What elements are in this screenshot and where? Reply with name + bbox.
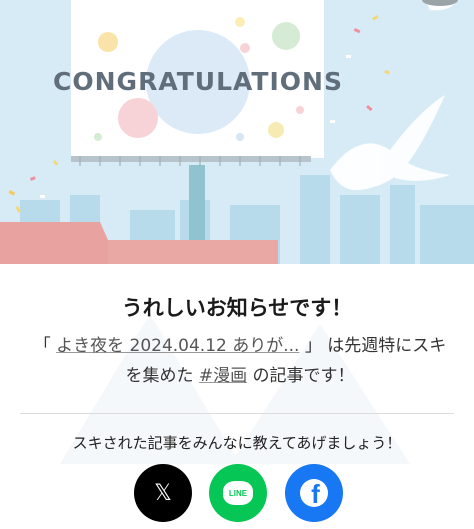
hashtag-link[interactable]: #漫画 (199, 366, 247, 386)
x-icon: 𝕏 (154, 480, 172, 506)
dot-pink-tiny (296, 106, 304, 114)
dot-green (272, 22, 300, 50)
notification-message: 「 よき夜を 2024.04.12 ありが... 」 は先週特にスキを集めた #… (30, 331, 450, 391)
brick-wall-left (0, 222, 108, 264)
banner-illustration: CONGRATULATIONS (0, 0, 474, 264)
headline: うれしいお知らせです！ (121, 296, 353, 320)
line-icon: LINE (223, 481, 253, 505)
message-text-end: の記事です！ (252, 366, 355, 386)
dot-yellow (98, 32, 118, 52)
share-x-button[interactable]: 𝕏 (134, 464, 192, 522)
share-prompt: スキされた記事をみんなに教えてあげましょう！ (72, 434, 402, 452)
dot-green-small (94, 133, 102, 141)
facebook-icon: f (300, 479, 328, 507)
line-icon-label: LINE (228, 488, 248, 498)
share-line-button[interactable]: LINE (209, 464, 267, 522)
share-buttons: 𝕏 LINE f (0, 464, 474, 528)
dot-blue-small (236, 133, 244, 141)
article-title-link[interactable]: よき夜を 2024.04.12 ありが... (56, 336, 299, 356)
billboard-pole (189, 165, 205, 240)
congratulations-sign-text: CONGRATULATIONS (53, 67, 343, 96)
open-quote: 「 (33, 336, 51, 356)
dot-yellow-tiny (235, 17, 245, 27)
divider (20, 413, 454, 414)
close-quote: 」 (304, 336, 322, 356)
congratulations-banner: CONGRATULATIONS (0, 0, 474, 264)
billboard-rail (71, 156, 311, 162)
facebook-icon-glyph: f (311, 479, 320, 507)
dot-pink-small (240, 43, 250, 53)
brick-wall-right (108, 240, 278, 264)
dot-pink-large (118, 98, 158, 138)
dot-yellow-small (268, 122, 284, 138)
notification-content: うれしいお知らせです！ 「 よき夜を 2024.04.12 ありが... 」 は… (0, 264, 474, 529)
share-facebook-button[interactable]: f (285, 464, 343, 522)
